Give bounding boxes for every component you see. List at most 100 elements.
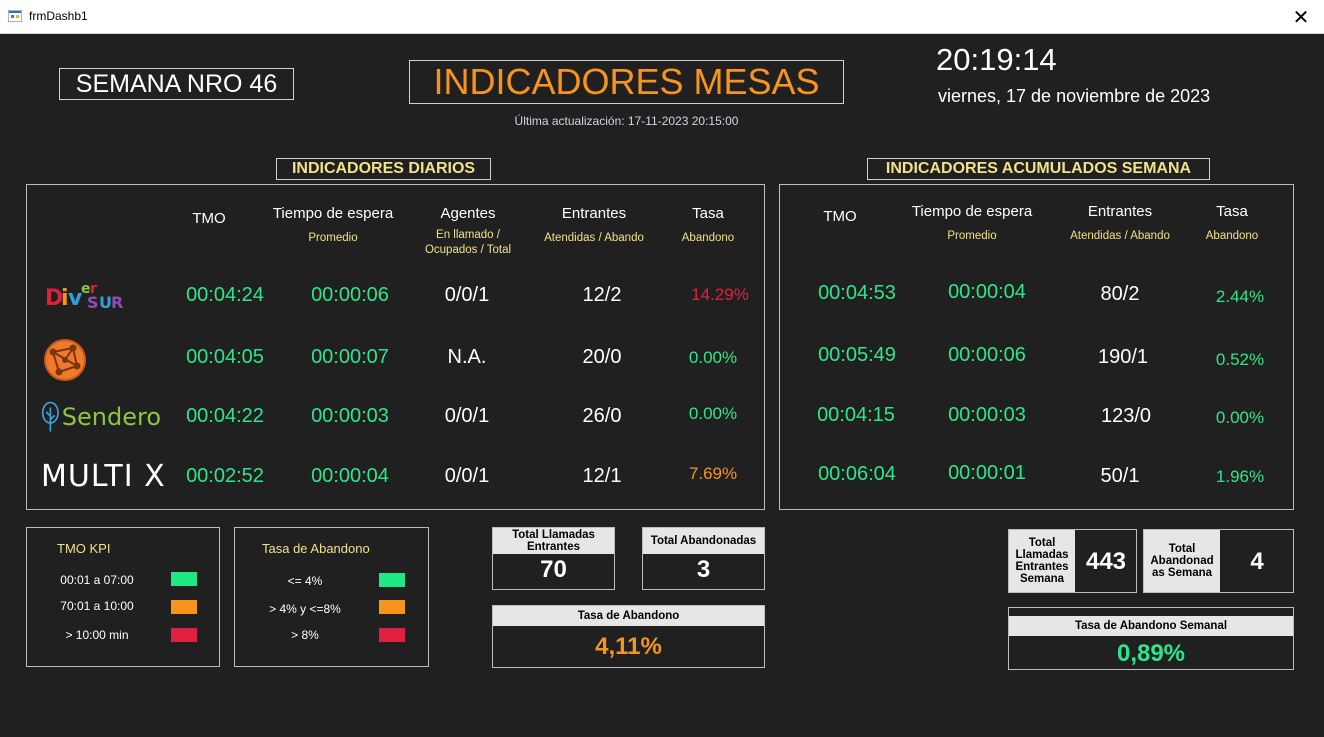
tasa-abandono-legend-title: Tasa de Abandono (262, 541, 370, 556)
daily-row-1-tasa: 14.29% (691, 285, 749, 304)
tasa-abandono-semanal-value: 0,89% (1116, 640, 1186, 667)
network-globe-logo (43, 338, 91, 382)
tmo-kpi-item-label: 70:01 a 10:00 (60, 599, 134, 613)
weekly-row-1-tasa: 2.44% (1215, 287, 1265, 306)
total-abandonadas-card: Total Abandonadas 3 (642, 527, 765, 590)
tasa-abandono-value: 4,11% (595, 633, 662, 660)
tasa-abandono-legend: Tasa de Abandono <= 4% > 4% y <=8% > 8% (234, 527, 429, 667)
tasa-legend-item-label: > 8% (291, 628, 319, 642)
week-number-label: SEMANA NRO 46 (59, 68, 294, 100)
tasa-abandono-semanal-label: Tasa de Abandono Semanal (1009, 616, 1293, 636)
tasa-legend-swatch-green (379, 573, 405, 587)
daily-section-title: INDICADORES DIARIOS (276, 158, 491, 180)
total-abandonadas-semana-label: Total Abandonad as Semana (1144, 530, 1220, 592)
total-entrantes-card: Total Llamadas Entrantes 70 (492, 527, 615, 590)
window-title: frmDashb1 (29, 9, 88, 23)
tmo-kpi-swatch-green (171, 572, 197, 586)
weekly-header-espera-sub: Promedio (947, 230, 997, 242)
network-globe-icon (44, 339, 86, 381)
daily-header-agentes-sub1: En llamado / (436, 229, 500, 241)
date-label: viernes, 17 de noviembre de 2023 (938, 86, 1211, 106)
total-entrantes-value: 70 (540, 556, 567, 583)
weekly-header-tasa-sub: Abandono (1205, 230, 1259, 242)
daily-row-1-tmo: 00:04:24 (186, 284, 264, 306)
sendero-logo: Sendero (41, 397, 161, 437)
weekly-row-2-espera: 00:00:06 (948, 344, 1026, 366)
tasa-abandono-card: Tasa de Abandono 4,11% (492, 605, 765, 668)
daily-row-3-entrantes: 26/0 (582, 405, 622, 427)
daily-row-4-espera: 00:00:04 (311, 465, 389, 487)
daily-row-2-entrantes: 20/0 (582, 346, 622, 368)
daily-row-4-entrantes: 12/1 (582, 465, 622, 487)
tasa-legend-item-label: <= 4% (287, 574, 323, 588)
tmo-kpi-swatch-orange (171, 600, 197, 614)
weekly-row-4-espera: 00:00:01 (948, 462, 1026, 484)
diversur-logo-icon: D i v e r S U R (45, 281, 123, 312)
multix-logo: MULTI X (41, 458, 171, 494)
daily-row-3-tasa: 0.00% (688, 404, 738, 423)
tasa-abandono-label: Tasa de Abandono (493, 606, 764, 626)
weekly-row-3-tasa: 0.00% (1215, 408, 1265, 427)
daily-row-2-espera: 00:00:07 (311, 346, 389, 368)
tmo-kpi-swatch-red (171, 628, 197, 642)
daily-row-2-agentes: N.A. (447, 346, 487, 368)
weekly-row-1-espera: 00:00:04 (948, 281, 1026, 303)
tree-icon (41, 401, 59, 432)
weekly-section-title: INDICADORES ACUMULADOS SEMANA (867, 158, 1210, 180)
weekly-row-3-entrantes: 123/0 (1100, 405, 1152, 427)
weekly-row-4-tasa: 1.96% (1215, 467, 1265, 486)
weekly-header-espera: Tiempo de espera (911, 203, 1033, 220)
weekly-header-entrantes: Entrantes (1087, 203, 1153, 220)
daily-header-espera-sub: Promedio (308, 232, 358, 244)
weekly-row-2-entrantes: 190/1 (1097, 346, 1149, 368)
daily-panel: TMO Tiempo de espera Promedio Agentes En… (26, 184, 765, 510)
weekly-row-2-tasa: 0.52% (1215, 350, 1265, 369)
daily-header-tasa-sub: Abandono (681, 232, 735, 244)
weekly-row-1-tmo: 00:04:53 (818, 282, 896, 304)
daily-row-4-tasa: 7.69% (688, 464, 738, 483)
weekly-header-tmo: TMO (823, 208, 857, 225)
tasa-legend-swatch-red (379, 628, 405, 642)
daily-header-tmo: TMO (192, 210, 226, 227)
weekly-row-1-entrantes: 80/2 (1100, 283, 1140, 305)
weekly-row-3-tmo: 00:04:15 (817, 404, 895, 426)
daily-header-tasa: Tasa (692, 205, 724, 222)
tmo-kpi-item-label: 00:01 a 07:00 (60, 573, 134, 587)
tasa-abandono-semanal-card: Tasa de Abandono Semanal 0,89% (1008, 607, 1294, 670)
weekly-row-3-espera: 00:00:03 (948, 404, 1026, 426)
tmo-kpi-item-label: > 10:00 min (65, 628, 129, 642)
close-button[interactable]: ✕ (1278, 0, 1324, 34)
total-entrantes-semana-label: Total Llamadas Entrantes Semana (1009, 530, 1075, 592)
daily-row-2-tmo: 00:04:05 (186, 346, 264, 368)
total-entrantes-semana-card: Total Llamadas Entrantes Semana 443 (1008, 529, 1137, 593)
daily-row-1-agentes: 0/0/1 (444, 284, 490, 306)
daily-row-1-entrantes: 12/2 (582, 284, 622, 306)
daily-row-3-espera: 00:00:03 (311, 405, 389, 427)
tmo-kpi-legend-title: TMO KPI (57, 541, 111, 556)
sendero-wordmark: Sendero (61, 403, 161, 431)
svg-text:R: R (111, 293, 123, 312)
total-abandonadas-label: Total Abandonadas (643, 528, 764, 554)
app-icon (8, 10, 22, 22)
tasa-legend-item-label: > 4% y <=8% (269, 602, 341, 616)
dashboard-body: SEMANA NRO 46 INDICADORES MESAS Última a… (0, 34, 1324, 737)
weekly-row-2-tmo: 00:05:49 (818, 344, 896, 366)
daily-row-2-tasa: 0.00% (688, 348, 738, 367)
total-abandonadas-semana-card: Total Abandonad as Semana 4 (1143, 529, 1294, 593)
total-abandonadas-value: 3 (696, 556, 711, 583)
dashboard-window: frmDashb1 ✕ SEMANA NRO 46 INDICADORES ME… (0, 0, 1324, 737)
weekly-row-4-entrantes: 50/1 (1100, 465, 1140, 487)
svg-text:S: S (87, 293, 99, 312)
daily-header-agentes: Agentes (440, 205, 496, 222)
daily-row-3-agentes: 0/0/1 (444, 405, 490, 427)
daily-row-4-tmo: 00:02:52 (186, 465, 264, 487)
total-entrantes-semana-value: 443 (1085, 548, 1127, 575)
tasa-legend-swatch-orange (379, 600, 405, 614)
weekly-header-entrantes-sub: Atendidas / Abando (1070, 230, 1170, 242)
daily-row-1-espera: 00:00:06 (311, 284, 389, 306)
last-update-label: Última actualización: 17-11-2023 20:15:0… (514, 114, 739, 128)
daily-row-3-tmo: 00:04:22 (186, 405, 264, 427)
multix-wordmark: MULTI X (41, 458, 166, 494)
weekly-row-4-tmo: 00:06:04 (818, 463, 896, 485)
clock: 20:19:14 (936, 42, 1057, 77)
